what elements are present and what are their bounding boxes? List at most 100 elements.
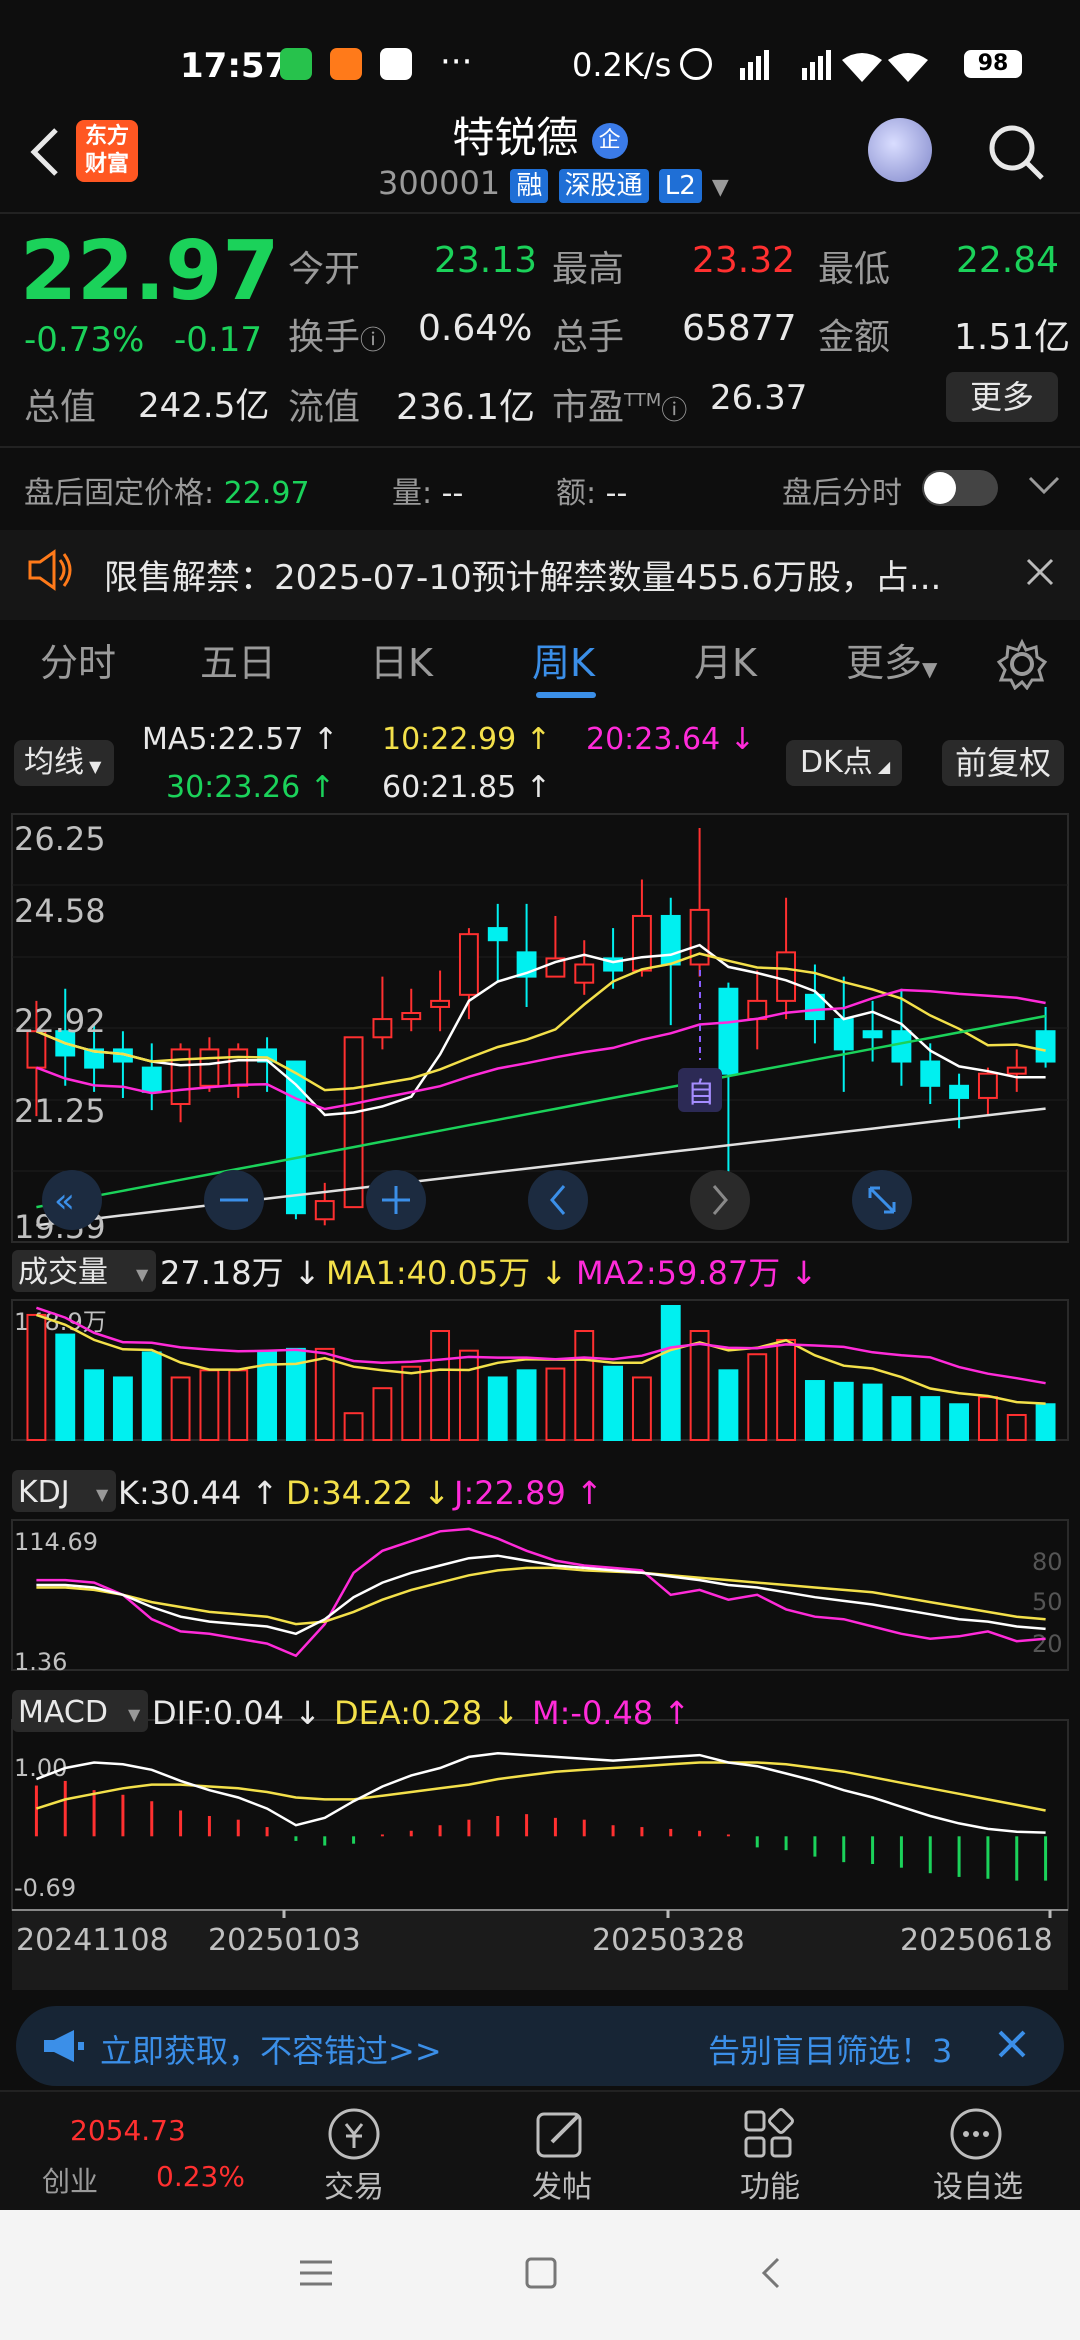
tab-monthly-k[interactable]: 月K: [694, 632, 757, 687]
candle-body: [228, 1048, 249, 1087]
dk-label: DK点: [800, 745, 873, 780]
change-amount: -0.17: [174, 320, 262, 360]
amount-label: 金额: [818, 317, 891, 358]
pe-label: 市盈TTMⓘ: [552, 378, 687, 430]
alarm-icon: [680, 48, 712, 80]
mcap-value: 242.5亿: [138, 386, 270, 426]
kline-chart[interactable]: 26.25 24.58 22.92 21.25 19.59 自 « 成交量 ▼ …: [0, 810, 1080, 1990]
tab-intraday[interactable]: 分时: [40, 632, 116, 687]
kdj-level: 20: [1032, 1630, 1063, 1658]
candle-body: [199, 1048, 220, 1087]
adjust-button[interactable]: 前复权: [942, 740, 1064, 786]
stock-name: 特锐德: [452, 113, 579, 162]
kdj-j: J:22.89 ↑: [452, 1474, 603, 1512]
volume-bar: [776, 1338, 797, 1441]
volume-bar: [141, 1351, 162, 1441]
nav-functions[interactable]: 功能: [690, 2162, 850, 2206]
stock-code-row[interactable]: 300001 融 深股通 L2 ▼: [378, 164, 729, 203]
chip-margin: 融: [510, 169, 549, 203]
nav-add-watchlist[interactable]: 设自选: [898, 2162, 1058, 2206]
gear-icon[interactable]: [996, 638, 1048, 694]
index-name: 创业: [42, 2165, 99, 2198]
candle-body: [949, 1084, 970, 1099]
tab-five-day[interactable]: 五日: [200, 632, 276, 687]
close-icon[interactable]: [1020, 552, 1060, 596]
volume-bar: [84, 1369, 105, 1442]
search-icon[interactable]: [984, 120, 1048, 184]
ma-selector-label: 均线: [24, 745, 84, 780]
tab-more-label: 更多: [846, 641, 923, 685]
volume-bar: [372, 1387, 393, 1441]
robot-avatar-icon[interactable]: [868, 118, 932, 182]
price-tick: 24.58: [14, 892, 106, 930]
kdj-bottom-tick: 1.36: [14, 1648, 67, 1676]
chart-controls[interactable]: «: [42, 1170, 912, 1230]
low-label: 最低: [818, 249, 891, 290]
scroll-left-button: [528, 1170, 588, 1230]
candle-body: [1006, 1066, 1027, 1075]
dropdown-icon: ▼: [128, 1705, 141, 1724]
amount-value: 1.51亿: [954, 317, 1071, 358]
ma60-text: 60:21.85: [382, 770, 517, 805]
close-icon[interactable]: [992, 2024, 1032, 2068]
divider: [0, 212, 1080, 214]
date-tick: 20241108: [16, 1923, 169, 1958]
date-tick: 20250328: [592, 1923, 745, 1958]
candle-body: [314, 1200, 335, 1221]
signal-icon: [740, 50, 928, 82]
tab-daily-k[interactable]: 日K: [370, 632, 433, 687]
afterhours-toggle[interactable]: [922, 470, 998, 506]
volume-ma1: MA1:40.05万 ↓: [326, 1254, 567, 1292]
volume-ma2: MA2:59.87万 ↓: [576, 1254, 817, 1292]
tab-more[interactable]: 更多▼: [846, 632, 937, 687]
speaker-icon: [24, 548, 74, 596]
volume-bar: [689, 1330, 710, 1441]
volume-bar: [199, 1369, 220, 1442]
tab-weekly-k[interactable]: 周K: [532, 632, 595, 687]
info-icon[interactable]: ⓘ: [661, 396, 687, 426]
macd-dif: DIF:0.04 ↓: [152, 1694, 321, 1732]
last-price: 22.97: [20, 224, 280, 319]
volume-bars: [26, 1305, 1056, 1442]
network-speed: 0.2K/s: [572, 46, 672, 84]
nav-trade[interactable]: 交易: [274, 2162, 434, 2206]
menu-icon[interactable]: [298, 2258, 334, 2292]
home-icon[interactable]: [524, 2256, 558, 2294]
grid-icon: [738, 2104, 798, 2164]
nav-post[interactable]: 发帖: [482, 2162, 642, 2206]
index-ticker[interactable]: 2054.73 创业 0.23%: [30, 2104, 250, 2204]
ma10-value: 10:22.99 ↑: [382, 722, 551, 757]
candle-body: [776, 951, 797, 1002]
volume-bar: [516, 1369, 537, 1442]
candle-body: [430, 999, 451, 1008]
volume-bar: [920, 1396, 941, 1441]
chip-l2: L2: [658, 169, 702, 203]
kdj-level: 80: [1032, 1548, 1063, 1576]
afterhours-row: 盘后固定价格: 22.97: [24, 468, 310, 512]
ma-selector[interactable]: 均线 ▼: [14, 740, 114, 786]
candle-body: [170, 1048, 191, 1106]
float-label: 流值: [288, 387, 361, 428]
kdj-level: 50: [1032, 1588, 1063, 1616]
edit-icon: [530, 2104, 590, 2164]
index-value: 2054.73: [70, 2114, 186, 2147]
enterprise-badge: 企: [591, 122, 628, 159]
trade-icon: [318, 2104, 388, 2164]
stock-code: 300001: [378, 164, 501, 202]
back-nav-icon[interactable]: [756, 2256, 786, 2294]
volume-bar: [170, 1376, 191, 1442]
afterhours-amt-label: 额:: [556, 476, 597, 511]
chevron-down-icon[interactable]: [1024, 470, 1064, 504]
zi-marker[interactable]: 自: [678, 970, 722, 1112]
dk-point-button[interactable]: DK点 ◢: [786, 740, 902, 786]
volume-bar: [631, 1376, 652, 1442]
volume-bar: [1035, 1403, 1056, 1441]
more-quote-button[interactable]: 更多: [946, 372, 1058, 422]
afterhours-price: 22.97: [223, 476, 310, 511]
volume-bar: [458, 1349, 479, 1442]
candle-body: [718, 987, 739, 1075]
kdj-lines: [36, 1527, 1046, 1658]
volume-bar: [862, 1383, 883, 1442]
panel-borders: [11, 813, 1069, 1911]
info-icon[interactable]: ⓘ: [360, 326, 386, 356]
